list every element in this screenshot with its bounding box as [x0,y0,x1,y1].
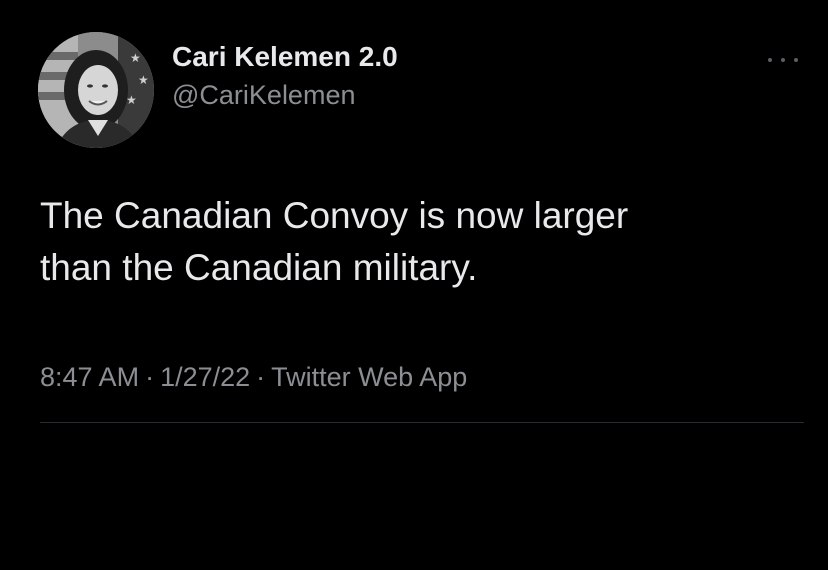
tweet-meta: 8:47 AM · 1/27/22 · Twitter Web App [40,357,467,397]
tweet-source[interactable]: Twitter Web App [271,362,467,392]
avatar[interactable]: ★ ★ ★ [38,32,154,148]
more-dot [768,58,772,62]
meta-separator: · [256,362,266,392]
divider [40,422,804,423]
author-handle[interactable]: @CariKelemen [172,78,398,112]
more-dot [794,58,798,62]
tweet-date[interactable]: 1/27/22 [160,362,250,392]
author-info: Cari Kelemen 2.0 @CariKelemen [172,40,398,112]
tweet-card: ★ ★ ★ Cari Kelemen 2.0 @CariKelemen The … [0,0,828,570]
tweet-text-line: than the Canadian military. [40,247,478,288]
tweet-time[interactable]: 8:47 AM [40,362,139,392]
more-dot [781,58,785,62]
tweet-text-line: The Canadian Convoy is now larger [40,195,629,236]
meta-separator: · [145,362,155,392]
svg-text:★: ★ [130,51,141,65]
more-options-icon[interactable] [768,52,798,68]
svg-text:★: ★ [138,73,149,87]
profile-photo-icon: ★ ★ ★ [38,32,154,148]
author-display-name[interactable]: Cari Kelemen 2.0 [172,40,398,74]
tweet-text: The Canadian Convoy is now larger than t… [40,190,800,294]
